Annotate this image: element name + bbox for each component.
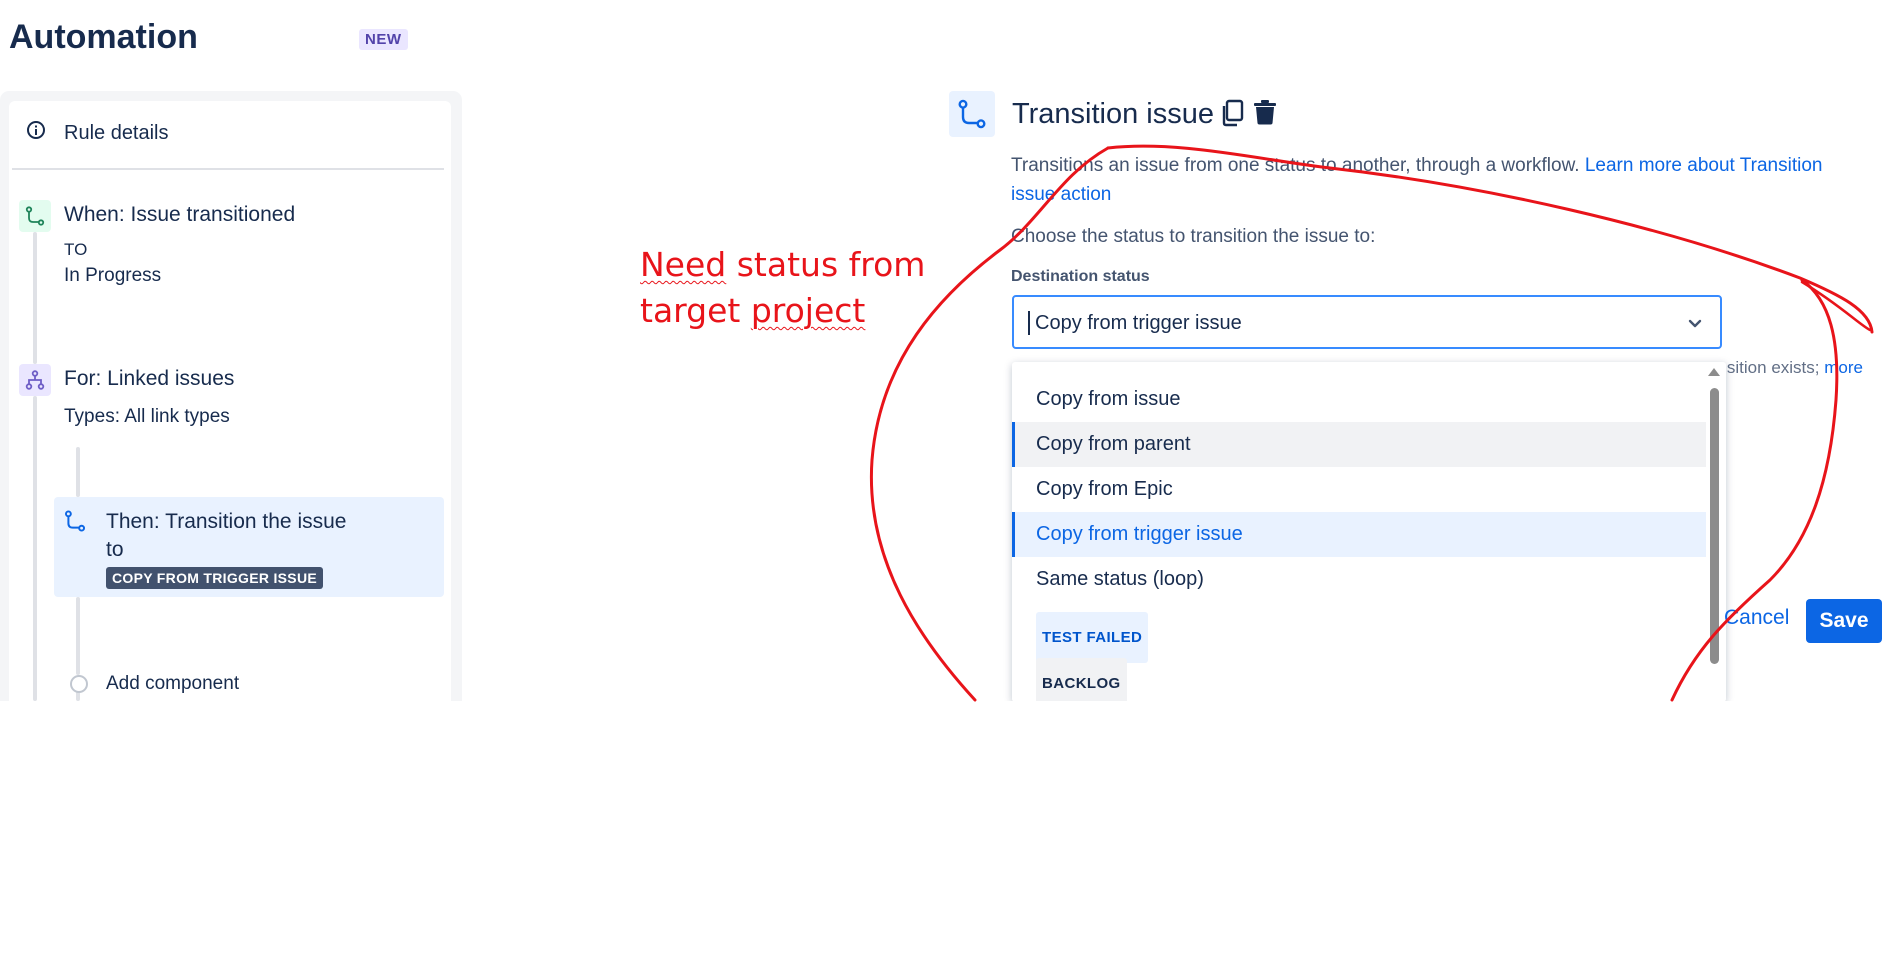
menu-option-copy-from-parent[interactable]: Copy from parent — [1012, 422, 1706, 467]
new-badge: NEW — [359, 29, 408, 50]
info-icon — [26, 120, 46, 140]
trigger-step-icon[interactable] — [19, 200, 51, 232]
menu-option-copy-from-epic[interactable]: Copy from Epic — [1012, 467, 1706, 512]
menu-option-same-status-loop[interactable]: Same status (loop) — [1012, 557, 1706, 602]
branch-step-title[interactable]: For: Linked issues — [64, 367, 234, 391]
destination-status-value: Copy from trigger issue — [1035, 312, 1242, 334]
connector-line — [76, 597, 80, 675]
trigger-to-label: TO — [64, 240, 88, 259]
status-dropdown-menu: Copy from issue Copy from parent Copy fr… — [1012, 362, 1726, 702]
save-button[interactable]: Save — [1806, 599, 1882, 643]
menu-option-copy-from-trigger-issue[interactable]: Copy from trigger issue — [1012, 512, 1706, 557]
branch-step-types: Types: All link types — [64, 406, 230, 427]
annotation-line-2: target project — [640, 291, 866, 330]
action-title: Transition issue — [1012, 98, 1215, 130]
destination-status-select[interactable]: Copy from trigger issue — [1012, 295, 1722, 349]
hint-more-link[interactable]: more — [1824, 358, 1863, 377]
annotation-line-1: Need status from — [640, 245, 926, 284]
status-lozenge: COPY FROM TRIGGER ISSUE — [106, 567, 323, 589]
action-description: Transitions an issue from one status to … — [1011, 155, 1823, 205]
status-lozenge: BACKLOG — [1036, 658, 1127, 702]
add-component-link[interactable]: Add component — [106, 673, 239, 695]
copy-icon[interactable] — [1220, 99, 1246, 127]
blank-area — [0, 701, 1894, 970]
transition-icon — [25, 206, 45, 226]
transition-icon — [64, 510, 86, 532]
trigger-to-value: In Progress — [64, 265, 162, 286]
transition-icon — [958, 99, 986, 129]
branch-icon — [25, 370, 45, 390]
divider — [12, 168, 444, 170]
action-step-title-to: to — [106, 538, 124, 561]
menu-option-copy-from-issue[interactable]: Copy from issue — [1012, 377, 1706, 422]
action-step-title: Then: Transition the issue — [106, 510, 347, 533]
branch-step-icon[interactable] — [19, 364, 51, 396]
add-component-dot — [70, 675, 88, 693]
cancel-button[interactable]: Cancel — [1718, 602, 1795, 634]
choose-status-text: Choose the status to transition the issu… — [1011, 226, 1376, 247]
connector-line — [33, 396, 37, 701]
trash-icon[interactable] — [1253, 99, 1277, 125]
chevron-down-icon[interactable] — [1686, 314, 1704, 332]
page-title: Automation — [9, 18, 198, 56]
menu-option-backlog[interactable]: BACKLOG — [1012, 648, 1706, 702]
menu-option-test-failed[interactable]: TEST FAILED — [1012, 602, 1706, 663]
destination-status-label: Destination status — [1011, 268, 1150, 285]
connector-line — [33, 232, 37, 364]
rule-panel — [0, 91, 462, 701]
text-cursor — [1028, 311, 1030, 335]
action-type-icon — [949, 91, 995, 137]
scroll-up-arrow[interactable] — [1708, 368, 1720, 376]
connector-line — [76, 447, 80, 497]
rule-details-link[interactable]: Rule details — [64, 122, 169, 145]
status-hint: ansition exists; more — [1708, 358, 1863, 377]
trigger-step-title[interactable]: When: Issue transitioned — [64, 203, 295, 227]
